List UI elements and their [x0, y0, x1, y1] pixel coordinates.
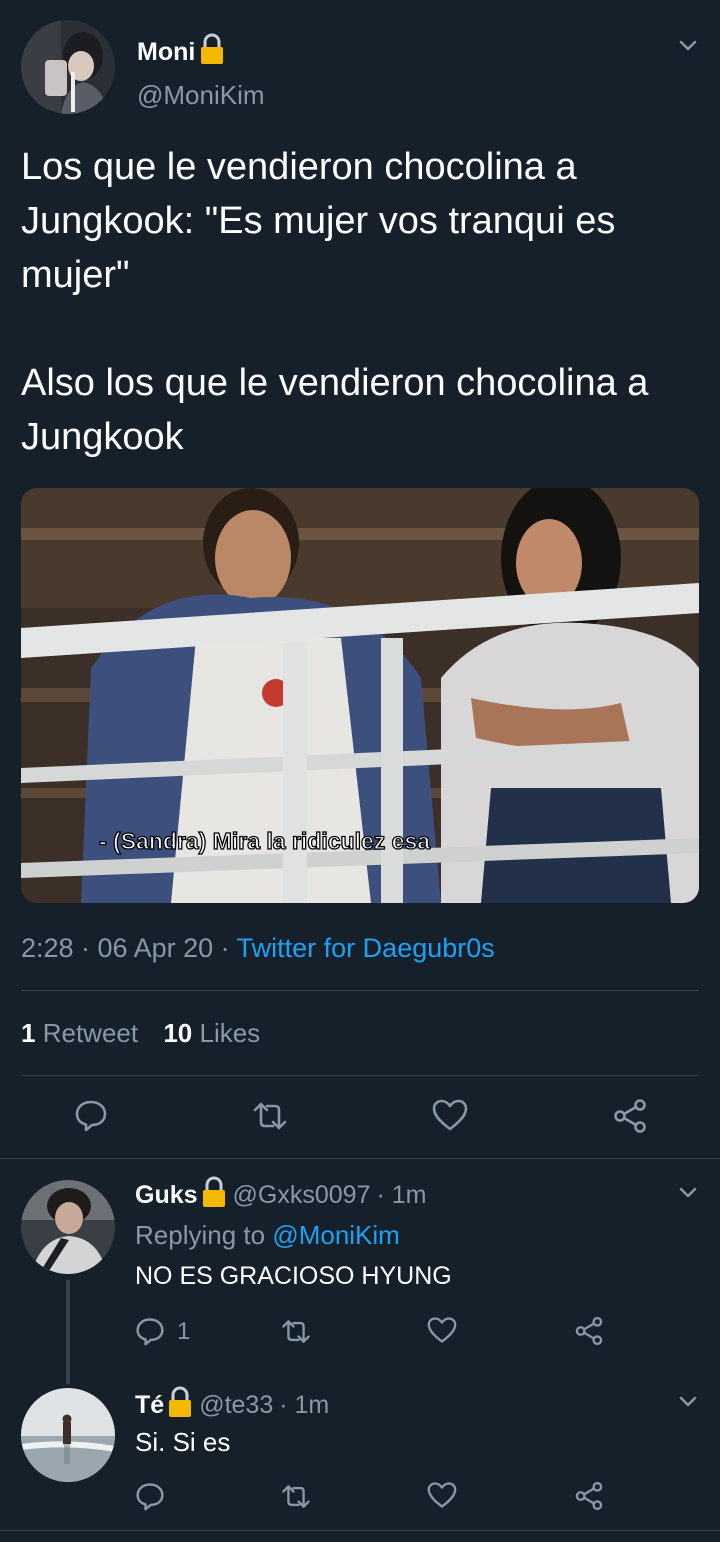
like-icon[interactable]: [427, 1316, 457, 1344]
tweet-meta: 2:28 · 06 Apr 20 · Twitter for Daegubr0s: [21, 933, 495, 964]
display-name[interactable]: Moni: [137, 38, 195, 67]
like-icon[interactable]: [427, 1481, 457, 1509]
divider: [21, 990, 699, 991]
share-icon[interactable]: [574, 1316, 604, 1346]
tweet-image[interactable]: - (Sandra) Mira la ridiculez esa: [21, 488, 699, 903]
retweet-icon[interactable]: [251, 1100, 289, 1132]
reply-time: · 1m: [279, 1391, 330, 1419]
tweet-text-paragraph-2: Also los que le vendieron chocolina a Ju…: [21, 362, 649, 458]
avatar[interactable]: [21, 1180, 115, 1274]
share-icon[interactable]: [574, 1481, 604, 1511]
handle[interactable]: @Gxks0097: [233, 1181, 371, 1210]
lock-icon: [201, 1176, 227, 1215]
retweets-stat[interactable]: 1 Retweet: [21, 1018, 138, 1048]
image-caption: - (Sandra) Mira la ridiculez esa: [98, 827, 431, 854]
retweet-icon[interactable]: [280, 1483, 312, 1510]
tweet-source-link[interactable]: Twitter for Daegubr0s: [237, 933, 495, 963]
author-name-row[interactable]: Moni: [137, 33, 225, 72]
replying-to-label: Replying to: [135, 1220, 273, 1250]
divider: [21, 1075, 699, 1076]
reply-header: Té @te33 · 1m: [135, 1386, 329, 1425]
replying-to-handle[interactable]: @MoniKim: [272, 1220, 400, 1250]
like-icon[interactable]: [432, 1098, 468, 1132]
chevron-down-icon[interactable]: [676, 1181, 700, 1205]
chevron-down-icon[interactable]: [676, 1390, 700, 1414]
divider: [0, 1530, 720, 1531]
handle[interactable]: @MoniKim: [137, 80, 265, 111]
thread-line: [66, 1280, 70, 1384]
reply-time: · 1m: [376, 1181, 427, 1209]
avatar[interactable]: [21, 20, 115, 114]
retweet-label: Retweet: [42, 1018, 139, 1048]
reply-text: Si. Si es: [135, 1427, 231, 1457]
tweet-timestamp: 2:28 · 06 Apr 20 ·: [21, 933, 237, 963]
retweet-count: 1: [21, 1018, 36, 1048]
reply-icon[interactable]: [135, 1481, 165, 1511]
reply-text: NO ES GRACIOSO HYUNG: [135, 1262, 452, 1290]
reply-header: Guks @Gxks0097 · 1m: [135, 1176, 426, 1215]
display-name[interactable]: Té: [135, 1391, 164, 1420]
chevron-down-icon[interactable]: [676, 34, 700, 58]
display-name[interactable]: Guks: [135, 1181, 198, 1210]
tweet-text-paragraph-1: Los que le vendieron chocolina a Jungkoo…: [21, 146, 616, 296]
share-icon[interactable]: [612, 1098, 648, 1134]
reply-icon[interactable]: [135, 1316, 165, 1346]
retweet-icon[interactable]: [280, 1318, 312, 1345]
replying-to: Replying to @MoniKim: [135, 1220, 400, 1251]
reply-count: 1: [177, 1318, 191, 1345]
likes-stat[interactable]: 10 Likes: [163, 1018, 260, 1048]
like-count: 10: [163, 1018, 193, 1048]
lock-icon: [199, 33, 225, 72]
avatar[interactable]: [21, 1388, 115, 1482]
lock-icon: [167, 1386, 193, 1425]
divider: [0, 1158, 720, 1159]
tweet-text: Los que le vendieron chocolina a Jungkoo…: [21, 140, 701, 464]
like-label: Likes: [199, 1018, 261, 1048]
handle[interactable]: @te33: [199, 1391, 273, 1420]
reply-icon[interactable]: [74, 1098, 108, 1132]
tweet-stats: 1 Retweet 10 Likes: [21, 1018, 260, 1049]
